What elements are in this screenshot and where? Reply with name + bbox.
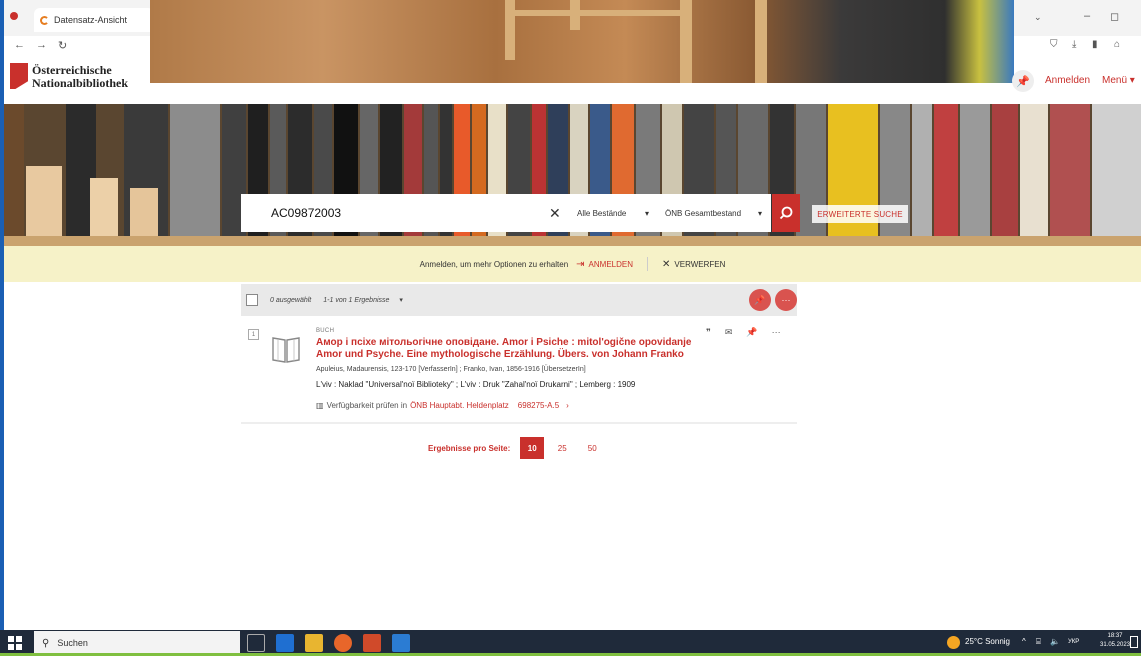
availability-prefix: Verfügbarkeit prüfen in [326,401,408,410]
taskbar-search[interactable]: ⚲ Suchen [34,631,240,655]
back-icon[interactable]: ← [14,39,25,51]
minimize-button[interactable]: – [1084,10,1090,22]
clock-time: 18:37 [1107,633,1123,639]
notice-text: Anmelden, um mehr Optionen zu erhalten [419,259,569,269]
tray-chevron-icon[interactable]: ^ [1022,637,1026,646]
chevron-down-icon[interactable]: ⌄ [1034,12,1042,23]
notice-login-label: ANMELDEN [588,259,633,269]
chevron-down-icon: ▾ [1129,75,1135,86]
chevron-down-icon[interactable]: ▾ [399,296,403,304]
maximize-button[interactable]: ◻ [1110,10,1119,23]
app-icon [10,12,18,20]
browser-tabstrip-right: ⌄ – ◻ [1014,0,1141,36]
keyboard-language[interactable]: УКР [1068,639,1079,645]
availability-icon: ▥ [316,401,324,410]
email-icon[interactable]: ✉ [725,327,733,338]
per-page-option-25[interactable]: 25 [550,437,574,459]
pin-results-button[interactable]: 📌 [749,289,771,311]
result-number: 1 [248,329,259,340]
search-icon: ⚲ [42,637,50,649]
per-page-option-10[interactable]: 10 [520,437,545,459]
result-actions: ❞ ✉ 📌 ··· [706,327,781,338]
loading-icon [40,15,49,25]
overlay-photo [150,0,1014,83]
logo[interactable]: Österreichische Nationalbibliothek [32,64,128,90]
login-icon: ⇥ [576,258,585,270]
notice-dismiss-button[interactable]: ✕ VERWERFEN [662,259,725,270]
results-toolbar: 0 ausgewählt 1-1 von 1 Ergebnisse ▾ [241,284,797,316]
forward-icon[interactable]: → [36,39,47,51]
select-all-checkbox[interactable] [246,294,258,306]
home-icon[interactable]: ⌂ [1114,39,1120,50]
search-icon [779,206,793,220]
browser-tabstrip-left: Datensatz-Ansicht [4,0,154,36]
search-bar: AC09872003 ✕ Alle Bestände ▾ ÖNB Gesamtbe… [241,194,771,232]
result-count: 1-1 von 1 Ergebnisse [323,296,390,304]
scope-2-value: ÖNB Gesamtbestand [665,208,742,218]
file-explorer-icon[interactable] [305,634,323,652]
chevron-down-icon: ▾ [644,208,649,218]
result-availability: ▥ Verfügbarkeit prüfen in ÖNB Hauptabt. … [316,401,569,410]
firefox-icon[interactable] [334,634,352,652]
header-login-link[interactable]: Anmelden [1045,75,1090,86]
clock-date: 31.05.2023 [1100,642,1131,648]
selected-count: 0 ausgewählt [270,296,312,304]
outlook-icon[interactable] [276,634,294,652]
tab-title: Datensatz-Ansicht [54,15,128,25]
quote-icon[interactable]: ❞ [706,327,711,338]
clear-icon[interactable]: ✕ [549,205,569,222]
logo-line-2: Nationalbibliothek [32,76,129,90]
clock[interactable]: 18:37 31.05.2023 [1100,632,1130,650]
result-authors: Apuleius, Madaurensis, 123-170 [Verfasse… [316,366,586,373]
extensions-icon[interactable]: ▮ [1092,39,1098,50]
divider [647,257,648,271]
chevron-down-icon: ▾ [757,208,762,218]
shield-icon[interactable]: ⛉ [1050,39,1058,50]
chevron-right-icon[interactable]: › [566,401,569,410]
weather-icon[interactable] [947,636,960,649]
notification-icon[interactable] [1130,636,1138,648]
notice-login-button[interactable]: ⇥ ANMELDEN [576,259,633,270]
header-menu-link[interactable]: Menü ▾ [1102,75,1135,86]
more-icon: ··· [781,295,791,305]
pin-icon: 📌 [754,294,766,305]
search-button[interactable] [772,194,800,232]
close-icon: ✕ [662,258,671,270]
advanced-search-link[interactable]: ERWEITERTE SUCHE [812,205,908,223]
browser-navbar-right: ⛉ ⤓ ▮ ⌂ [1014,36,1141,58]
powerpoint-icon[interactable] [363,634,381,652]
browser-navbar-left: ← → ↻ [4,36,150,58]
more-actions-button[interactable]: ··· [775,289,797,311]
availability-location-link[interactable]: ÖNB Hauptabt. Heldenplatz [410,401,509,410]
download-icon[interactable]: ⤓ [1072,39,1076,50]
per-page-option-50[interactable]: 50 [580,437,604,459]
windows-start-icon[interactable] [8,636,22,650]
result-publication: L'viv : Naklad "Universal'noï Biblioteky… [316,380,636,389]
taskbar-search-placeholder: Suchen [57,638,88,648]
book-icon [272,337,300,363]
availability-shelf[interactable]: 698275-A.5 [518,401,559,410]
volume-icon[interactable]: 🔈 [1050,637,1060,646]
per-page-label: Ergebnisse pro Seite: [428,443,511,453]
network-icon[interactable]: ⌸ [1036,637,1041,647]
menu-label: Menü [1102,75,1128,86]
result-title-link[interactable]: Амор і псіхе мітольогічне оповідане. Amo… [316,337,696,361]
reload-icon[interactable]: ↻ [58,39,67,52]
result-type: BUCH [316,328,335,334]
more-icon[interactable]: ··· [772,327,781,338]
notice-dismiss-label: VERWERFEN [674,259,726,269]
task-view-icon[interactable] [247,634,265,652]
results-per-page: Ergebnisse pro Seite: 10 25 50 [428,437,604,459]
scope-select-1[interactable]: Alle Bestände ▾ [577,209,657,218]
login-notice: Anmelden, um mehr Optionen zu erhalten ⇥… [4,246,1141,282]
browser-tab[interactable]: Datensatz-Ansicht [34,8,154,32]
scope-select-2[interactable]: ÖNB Gesamtbestand ▾ [657,209,762,218]
scope-1-value: Alle Bestände [577,208,627,218]
pin-icon[interactable]: 📌 [746,327,757,338]
app-icon[interactable] [392,634,410,652]
pin-icon[interactable]: 📌 [1012,70,1034,92]
weather-text[interactable]: 25°C Sonnig [965,637,1010,646]
search-input[interactable]: AC09872003 [271,206,541,220]
